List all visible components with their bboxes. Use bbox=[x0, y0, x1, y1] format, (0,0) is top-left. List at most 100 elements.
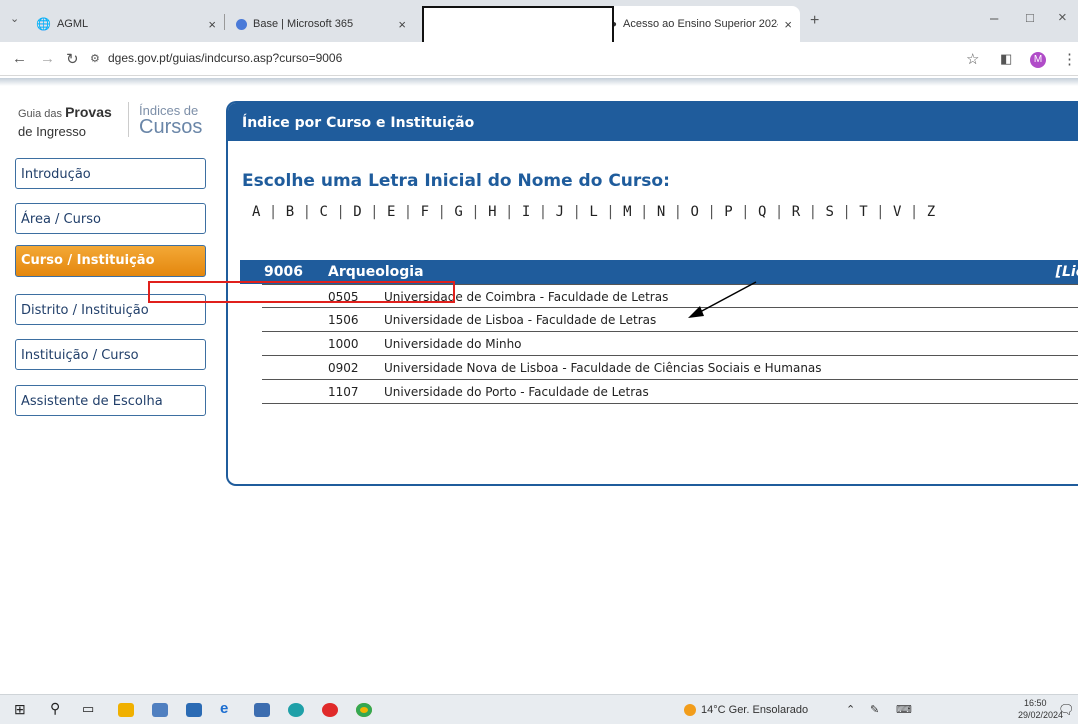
letter-link-p[interactable]: P bbox=[724, 204, 732, 220]
letter-link-r[interactable]: R bbox=[792, 204, 800, 220]
letter-separator: | bbox=[665, 204, 691, 220]
institution-code: 1000 bbox=[328, 337, 359, 351]
letter-separator: | bbox=[833, 204, 860, 220]
side-panel-icon[interactable]: ◧ bbox=[1000, 51, 1012, 67]
forward-button[interactable]: → bbox=[40, 50, 55, 67]
letter-link-d[interactable]: D bbox=[353, 204, 361, 220]
site-info-icon[interactable]: ⚙ bbox=[90, 52, 100, 65]
new-tab-button[interactable]: + bbox=[810, 12, 819, 30]
letter-separator: | bbox=[597, 204, 624, 220]
weather-icon bbox=[684, 704, 696, 716]
letter-index: A | B | C | D | E | F | G | H | I | J | … bbox=[252, 204, 935, 220]
close-tab-icon[interactable]: × bbox=[398, 17, 406, 32]
nav-curso-instituicao[interactable]: Curso / Instituição bbox=[15, 245, 206, 277]
nav-assistente-escolha[interactable]: Assistente de Escolha bbox=[15, 385, 206, 416]
pen-icon[interactable]: ✎ bbox=[870, 703, 879, 716]
letter-separator: | bbox=[462, 204, 489, 220]
weather-text[interactable]: 14°C Ger. Ensolarado bbox=[701, 704, 808, 716]
letter-link-n[interactable]: N bbox=[657, 204, 665, 220]
bookmark-star-icon[interactable]: ☆ bbox=[966, 50, 979, 68]
institution-name[interactable]: Universidade de Lisboa - Faculdade de Le… bbox=[384, 313, 656, 327]
task-view-icon[interactable]: ▭ bbox=[82, 701, 98, 716]
browser-tab-bar: ⌄ 🌐 AGML × Base | Microsoft 365 × ◗ Aces… bbox=[0, 0, 1078, 44]
reload-button[interactable]: ↻ bbox=[66, 50, 79, 68]
keyboard-icon[interactable]: ⌨ bbox=[896, 703, 912, 716]
clock-date[interactable]: 29/02/2024 bbox=[1018, 710, 1063, 720]
menu-icon[interactable]: ⋮ bbox=[1062, 50, 1077, 68]
globe-icon: 🌐 bbox=[36, 17, 51, 31]
browser-toolbar: ← → ↻ ⚙ dges.gov.pt/guias/indcurso.asp?c… bbox=[0, 42, 1078, 76]
letter-link-f[interactable]: F bbox=[421, 204, 429, 220]
letter-link-j[interactable]: J bbox=[556, 204, 564, 220]
logo-indices-cursos[interactable]: Índices de Cursos bbox=[128, 102, 206, 137]
app-icon[interactable] bbox=[254, 703, 270, 717]
letter-link-t[interactable]: T bbox=[859, 204, 867, 220]
nav-introducao[interactable]: Introdução bbox=[15, 158, 206, 189]
letter-separator: | bbox=[361, 204, 387, 220]
letter-link-h[interactable]: H bbox=[488, 204, 496, 220]
close-tab-icon[interactable]: × bbox=[784, 17, 792, 32]
letter-prompt: Escolhe uma Letra Inicial do Nome do Cur… bbox=[242, 171, 670, 191]
tab-list-chevron-icon[interactable]: ⌄ bbox=[10, 12, 19, 25]
edge-icon[interactable] bbox=[288, 703, 304, 717]
store-icon[interactable] bbox=[152, 703, 168, 717]
letter-link-l[interactable]: L bbox=[589, 204, 597, 220]
institution-name[interactable]: Universidade Nova de Lisboa - Faculdade … bbox=[384, 361, 822, 375]
institution-row[interactable]: 0902 Universidade Nova de Lisboa - Faculd… bbox=[262, 356, 1078, 380]
address-bar[interactable]: dges.gov.pt/guias/indcurso.asp?curso=900… bbox=[108, 51, 342, 65]
letter-separator: | bbox=[294, 204, 320, 220]
tab-acesso-ensino-superior[interactable]: ◗ Acesso ao Ensino Superior 2024 × bbox=[604, 6, 800, 42]
institution-row[interactable]: 1107 Universidade do Porto - Faculdade de… bbox=[262, 380, 1078, 404]
letter-separator: | bbox=[395, 204, 421, 220]
tab-label: Base | Microsoft 365 bbox=[253, 18, 354, 30]
nav-instituicao-curso[interactable]: Instituição / Curso bbox=[15, 339, 206, 370]
letter-separator: | bbox=[496, 204, 522, 220]
letter-link-g[interactable]: G bbox=[454, 204, 462, 220]
course-name: Arqueologia bbox=[328, 264, 424, 280]
profile-avatar[interactable]: M bbox=[1030, 52, 1046, 68]
windows-start-icon[interactable]: ⊞ bbox=[14, 701, 30, 717]
letter-link-c[interactable]: C bbox=[319, 204, 327, 220]
institution-row[interactable]: 1000 Universidade do Minho bbox=[262, 332, 1078, 356]
institution-code: 1506 bbox=[328, 313, 359, 327]
tab-label: Acesso ao Ensino Superior 2024 bbox=[623, 18, 779, 30]
letter-link-s[interactable]: S bbox=[825, 204, 833, 220]
logo-guia-provas[interactable]: Guia das Provas de Ingresso bbox=[18, 104, 112, 142]
clock-time[interactable]: 16:50 bbox=[1024, 698, 1047, 708]
logo-line2: de Ingresso bbox=[18, 124, 86, 139]
redaction-box bbox=[422, 6, 614, 44]
institution-row[interactable]: 1506 Universidade de Lisboa - Faculdade d… bbox=[262, 308, 1078, 332]
letter-link-m[interactable]: M bbox=[623, 204, 631, 220]
institution-name[interactable]: Universidade do Minho bbox=[384, 337, 522, 351]
letter-link-o[interactable]: O bbox=[691, 204, 699, 220]
back-button[interactable]: ← bbox=[12, 50, 27, 67]
notifications-icon[interactable]: 🗨 bbox=[1058, 702, 1075, 718]
windows-taskbar: ⊞ ⚲ ▭ e 14°C Ger. Ensolarado ⌃ ✎ ⌨ 16:50… bbox=[0, 694, 1078, 724]
minimize-button[interactable]: – bbox=[990, 10, 998, 27]
page-top-band bbox=[0, 78, 1078, 86]
internet-explorer-icon[interactable]: e bbox=[220, 700, 236, 717]
chrome-icon[interactable] bbox=[356, 703, 372, 717]
letter-separator: | bbox=[800, 204, 826, 220]
letter-separator: | bbox=[530, 204, 556, 220]
search-icon[interactable]: ⚲ bbox=[50, 700, 66, 716]
letter-link-z[interactable]: Z bbox=[927, 204, 935, 220]
letter-separator: | bbox=[867, 204, 893, 220]
institution-code: 0902 bbox=[328, 361, 359, 375]
web-page: Guia das Provas de Ingresso Índices de C… bbox=[0, 78, 1078, 694]
highlight-box bbox=[148, 281, 455, 303]
file-explorer-icon[interactable] bbox=[118, 703, 134, 717]
nav-area-curso[interactable]: Área / Curso bbox=[15, 203, 206, 234]
opera-icon[interactable] bbox=[322, 703, 338, 717]
close-tab-icon[interactable]: × bbox=[208, 17, 216, 32]
letter-separator: | bbox=[901, 204, 927, 220]
tray-chevron-icon[interactable]: ⌃ bbox=[846, 703, 855, 716]
mail-icon[interactable] bbox=[186, 703, 202, 717]
institution-name[interactable]: Universidade do Porto - Faculdade de Let… bbox=[384, 385, 649, 399]
letter-link-b[interactable]: B bbox=[286, 204, 294, 220]
close-window-button[interactable]: × bbox=[1058, 9, 1067, 26]
restore-button[interactable]: □ bbox=[1026, 10, 1034, 25]
tab-microsoft-365[interactable]: Base | Microsoft 365 × bbox=[228, 6, 414, 42]
letter-separator: | bbox=[698, 204, 725, 220]
tab-agml[interactable]: 🌐 AGML × bbox=[28, 6, 224, 42]
